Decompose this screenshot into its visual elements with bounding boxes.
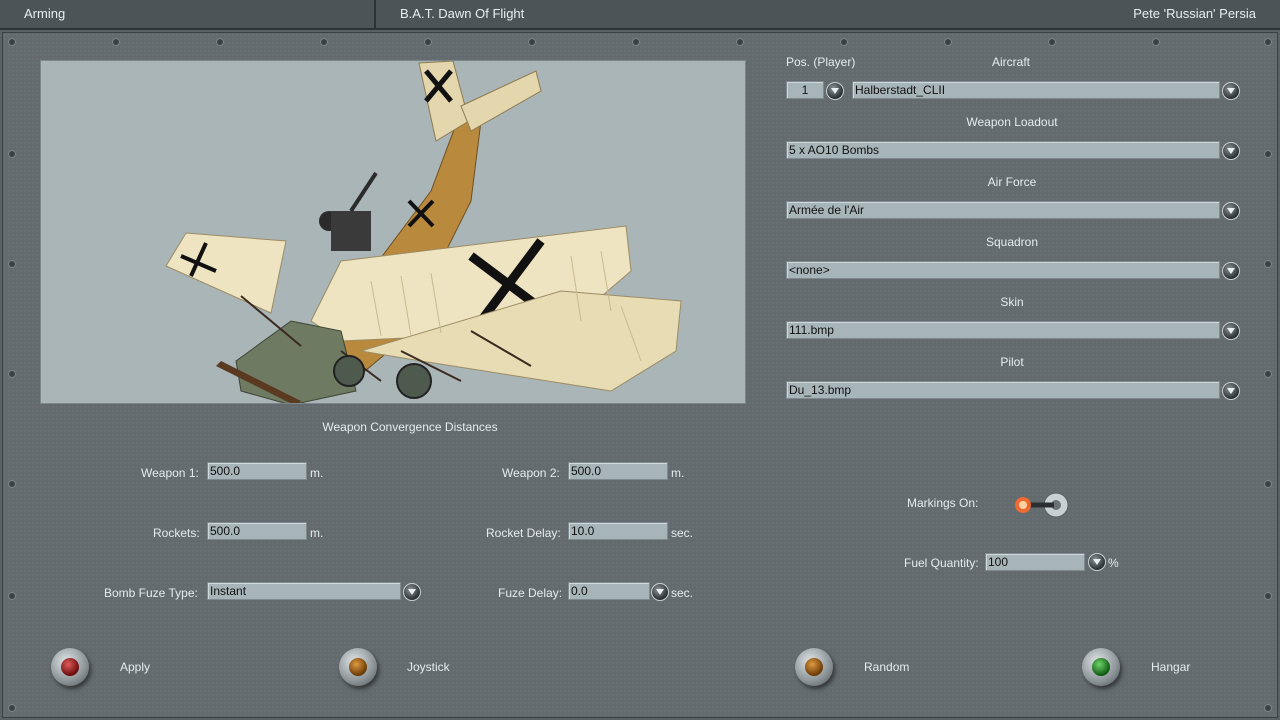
rivet xyxy=(841,39,847,45)
fuel-label: Fuel Quantity: xyxy=(904,556,979,570)
fuel-unit: % xyxy=(1108,556,1119,570)
skin-label: Skin xyxy=(1000,295,1024,309)
rivet xyxy=(9,261,15,267)
hangar-button[interactable] xyxy=(1082,648,1120,686)
rivet xyxy=(737,39,743,45)
loadout-field[interactable]: 5 x AO10 Bombs xyxy=(786,141,1220,159)
aircraft-dropdown-icon[interactable] xyxy=(1222,82,1240,100)
joystick-button[interactable] xyxy=(339,648,377,686)
pilot-dropdown-icon[interactable] xyxy=(1222,382,1240,400)
airforce-label: Air Force xyxy=(987,175,1037,189)
amber-lamp-icon xyxy=(805,658,823,676)
rivet xyxy=(113,39,119,45)
rivet xyxy=(9,371,15,377)
bomb-fuze-label: Bomb Fuze Type: xyxy=(104,586,198,600)
rivet xyxy=(9,481,15,487)
pos-dropdown-icon[interactable] xyxy=(826,82,844,100)
pilot-label: Pilot xyxy=(1000,355,1024,369)
fuze-delay-unit: sec. xyxy=(671,586,694,600)
convergence-title: Weapon Convergence Distances xyxy=(322,420,498,434)
rockets-field[interactable]: 500.0 xyxy=(207,522,307,540)
pos-field[interactable]: 1 xyxy=(786,81,824,99)
fuel-dropdown-icon[interactable] xyxy=(1088,553,1106,571)
apply-label: Apply xyxy=(120,660,151,674)
rivet xyxy=(1265,261,1271,267)
aircraft-preview[interactable] xyxy=(40,60,746,404)
rivet xyxy=(1265,151,1271,157)
random-button[interactable] xyxy=(795,648,833,686)
skin-field[interactable]: 111.bmp xyxy=(786,321,1220,339)
fuze-delay-field[interactable]: 0.0 xyxy=(568,582,650,600)
weapon1-field[interactable]: 500.0 xyxy=(207,462,307,480)
weapon2-unit: m. xyxy=(671,466,685,480)
weapon1-unit: m. xyxy=(310,466,324,480)
joystick-label: Joystick xyxy=(407,660,450,674)
bomb-fuze-dropdown-icon[interactable] xyxy=(403,583,421,601)
rivet xyxy=(529,39,535,45)
random-label: Random xyxy=(864,660,910,674)
fuze-delay-label: Fuze Delay: xyxy=(498,586,563,600)
rivet xyxy=(425,39,431,45)
aircraft-label: Aircraft xyxy=(992,55,1031,69)
loadout-label: Weapon Loadout xyxy=(966,115,1058,129)
rivet xyxy=(9,151,15,157)
rocket-delay-unit: sec. xyxy=(671,526,694,540)
airforce-dropdown-icon[interactable] xyxy=(1222,202,1240,220)
rivet xyxy=(9,593,15,599)
skin-dropdown-icon[interactable] xyxy=(1222,322,1240,340)
toggle-switch-icon xyxy=(1015,492,1069,518)
biplane-image xyxy=(165,61,682,403)
red-lamp-icon xyxy=(61,658,79,676)
aircraft-field[interactable]: Halberstadt_CLII xyxy=(852,81,1220,99)
rivet xyxy=(217,39,223,45)
apply-button[interactable] xyxy=(51,648,89,686)
pilot-field[interactable]: Du_13.bmp xyxy=(786,381,1220,399)
green-lamp-icon xyxy=(1092,658,1110,676)
bomb-fuze-field[interactable]: Instant xyxy=(207,582,401,600)
weapon2-label: Weapon 2: xyxy=(502,466,560,480)
rivet xyxy=(945,39,951,45)
loadout-dropdown-icon[interactable] xyxy=(1222,142,1240,160)
pos-label: Pos. (Player) xyxy=(786,55,856,69)
squadron-field[interactable]: <none> xyxy=(786,261,1220,279)
squadron-dropdown-icon[interactable] xyxy=(1222,262,1240,280)
rivet xyxy=(1265,593,1271,599)
airforce-field[interactable]: Armée de l'Air xyxy=(786,201,1220,219)
rockets-label: Rockets: xyxy=(153,526,200,540)
rivet xyxy=(321,39,327,45)
rivet xyxy=(1153,39,1159,45)
rivet xyxy=(1049,39,1055,45)
rivet xyxy=(1265,371,1271,377)
amber-lamp-icon xyxy=(349,658,367,676)
squadron-label: Squadron xyxy=(985,235,1039,249)
rivet xyxy=(633,39,639,45)
markings-toggle[interactable] xyxy=(1010,490,1072,520)
hangar-label: Hangar xyxy=(1151,660,1191,674)
fuze-delay-dropdown-icon[interactable] xyxy=(651,583,669,601)
user-name: Pete 'Russian' Persia xyxy=(1133,6,1256,21)
weapon2-field[interactable]: 500.0 xyxy=(568,462,668,480)
rivet xyxy=(1265,705,1271,711)
title-bar: Arming B.A.T. Dawn Of Flight Pete 'Russi… xyxy=(0,0,1280,30)
markings-label: Markings On: xyxy=(907,496,979,510)
section-title: Arming xyxy=(0,0,376,28)
fuel-field[interactable]: 100 xyxy=(985,553,1085,571)
rivet xyxy=(1265,481,1271,487)
rivet xyxy=(9,39,15,45)
weapon1-label: Weapon 1: xyxy=(141,466,199,480)
rivet xyxy=(1265,39,1271,45)
rocket-delay-label: Rocket Delay: xyxy=(486,526,561,540)
rivet xyxy=(9,705,15,711)
rockets-unit: m. xyxy=(310,526,324,540)
rocket-delay-field[interactable]: 10.0 xyxy=(568,522,668,540)
